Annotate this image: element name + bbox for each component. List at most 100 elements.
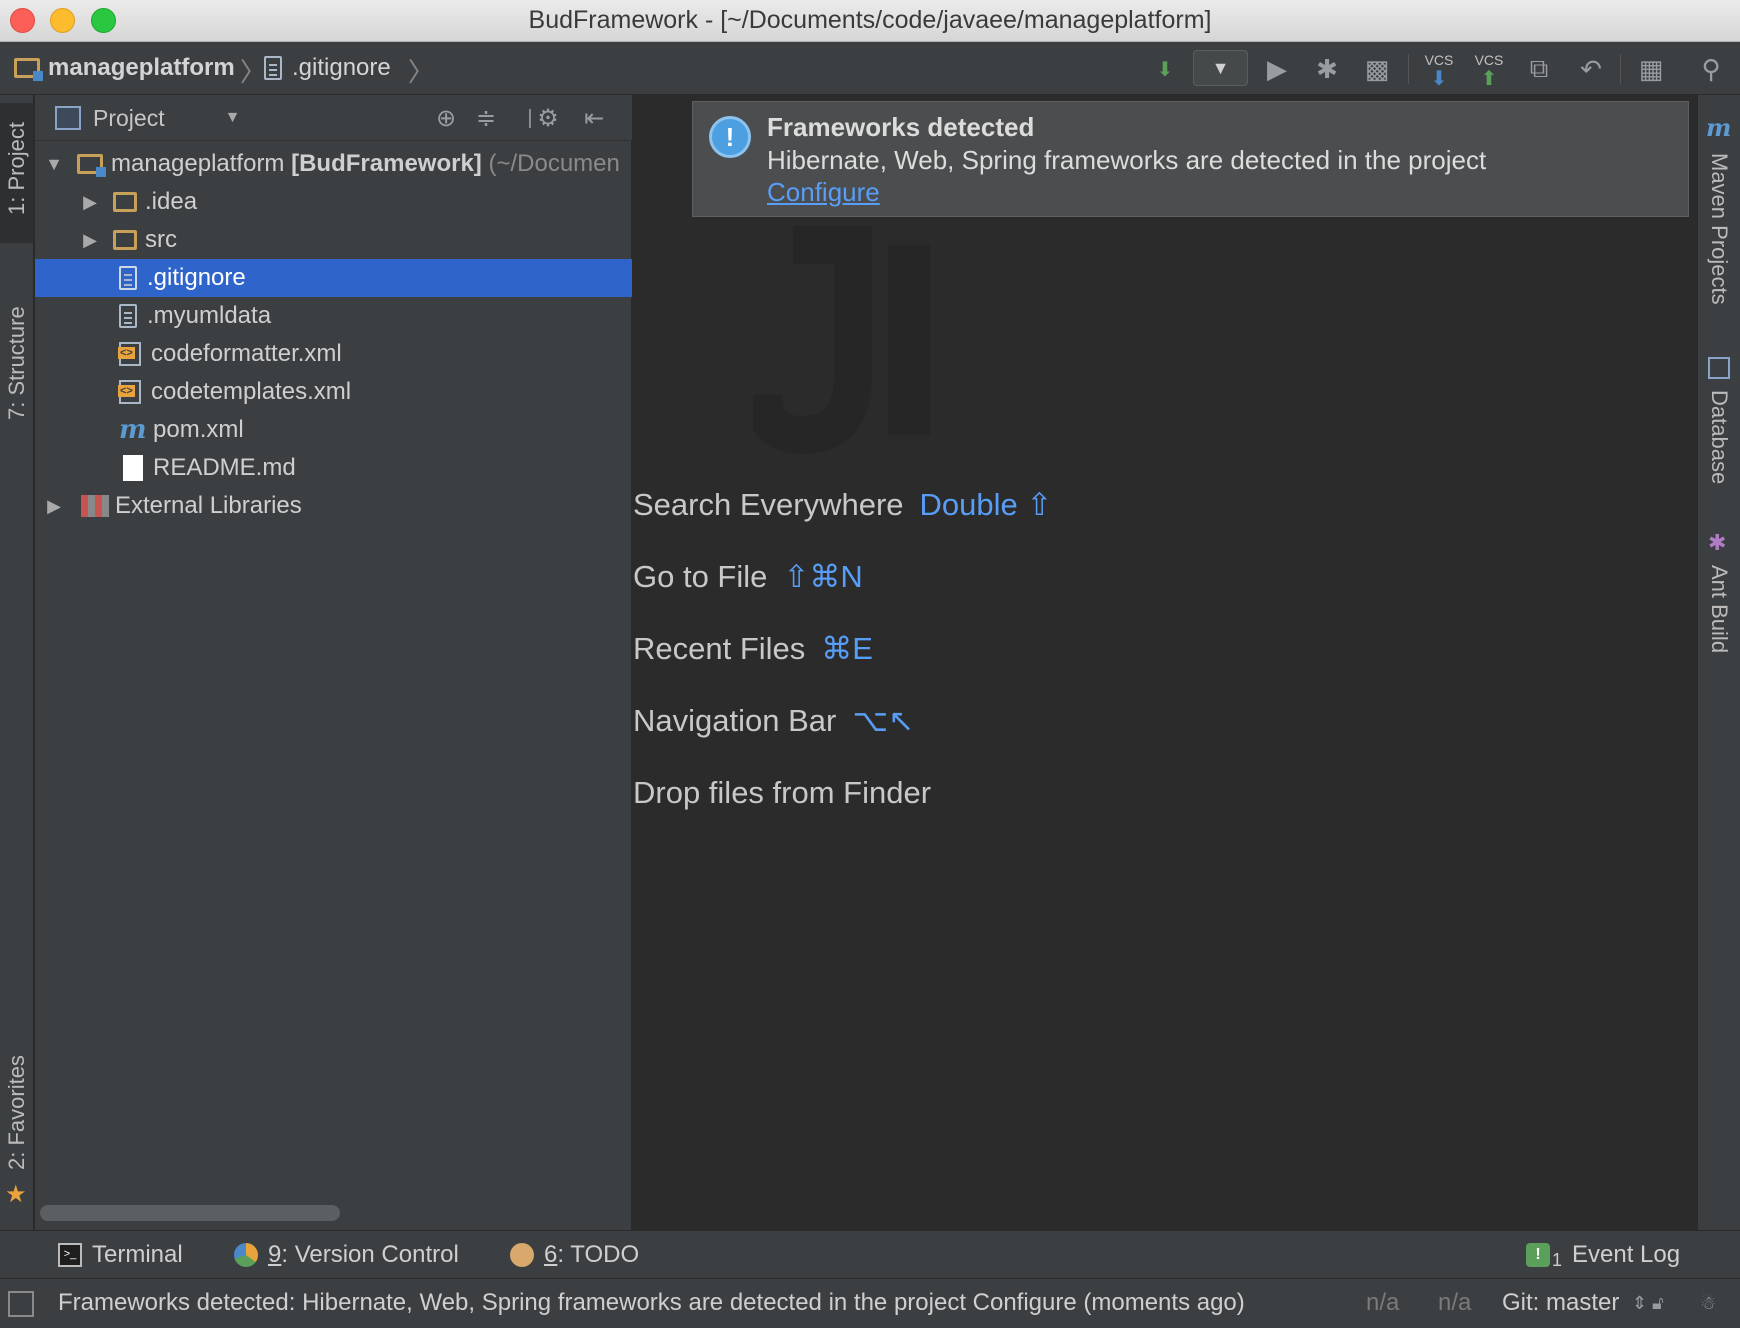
maven-icon: m (1706, 113, 1732, 142)
tab-structure[interactable]: 7: Structure (4, 306, 30, 420)
notification-title: Frameworks detected (767, 112, 1035, 142)
breadcrumb-separator: 〉 (408, 57, 435, 87)
breadcrumb-project[interactable]: manageplatform (14, 52, 235, 84)
tree-item-external-libraries[interactable]: ▶ External Libraries (35, 487, 632, 525)
hint-label: Go to File (633, 559, 768, 594)
tree-item-label: src (145, 226, 177, 253)
debug-icon[interactable]: ✱ (1308, 50, 1346, 88)
tree-item-label: .myumldata (147, 302, 272, 329)
hint-navigation-bar: Navigation Bar ⌥↖ (633, 703, 914, 739)
version-control-label: : Version Control (281, 1241, 459, 1268)
terminal-label: Terminal (92, 1241, 183, 1268)
run-configuration-dropdown[interactable]: ▼ (1193, 50, 1248, 86)
compare-icon[interactable]: ⧉ (1520, 50, 1558, 88)
expand-arrow-icon[interactable]: ▼ (39, 154, 69, 175)
hint-shortcut: ⌥↖ (852, 703, 915, 738)
event-log-count: 1 (1552, 1249, 1563, 1270)
project-panel-header: Project ▼ ⊕ ≑ | ⚙ ⇤ (35, 95, 632, 141)
hint-go-to-file: Go to File ⇧⌘N (633, 559, 863, 595)
tree-item-label: codeformatter.xml (151, 340, 342, 367)
ide-logo-watermark-icon (753, 226, 930, 455)
project-view-icon (55, 106, 81, 130)
breadcrumb-file-label: .gitignore (292, 54, 391, 81)
chevron-updown-icon: ⇕ (1632, 1293, 1648, 1313)
project-view-selector[interactable]: Project ▼ (55, 101, 240, 135)
hint-label: Search Everywhere (633, 487, 904, 522)
tree-item-codetemplates[interactable]: codetemplates.xml (35, 373, 632, 411)
configure-link[interactable]: Configure (767, 177, 880, 208)
project-structure-icon[interactable]: ▦ (1632, 50, 1670, 88)
tree-item-idea[interactable]: ▶ .idea (35, 183, 632, 221)
text-file-icon (119, 266, 137, 290)
chevron-down-icon: ▼ (224, 109, 241, 126)
tree-item-readme[interactable]: README.md (35, 449, 632, 487)
tree-item-label: pom.xml (153, 416, 244, 443)
window-title: BudFramework - [~/Documents/code/javaee/… (528, 6, 1212, 34)
tree-item-gitignore[interactable]: .gitignore (35, 259, 632, 297)
tree-item-src[interactable]: ▶ src (35, 221, 632, 259)
inspector-icon[interactable]: ☃︎ (1700, 1293, 1722, 1315)
event-log-tab[interactable]: ! 1 Event Log (1526, 1239, 1680, 1271)
frameworks-detected-notification: ! Frameworks detected Hibernate, Web, Sp… (692, 101, 1689, 217)
tree-item-label: .idea (145, 188, 198, 215)
text-file-icon (264, 56, 282, 80)
tab-ant-build[interactable]: Ant Build (1706, 565, 1732, 653)
breadcrumb-file[interactable]: .gitignore (264, 52, 391, 84)
window-titlebar: BudFramework - [~/Documents/code/javaee/… (0, 0, 1740, 42)
event-log-icon: ! (1526, 1243, 1550, 1267)
event-log-label: Event Log (1572, 1241, 1681, 1268)
hide-panel-icon[interactable]: ⇤ (577, 101, 611, 135)
git-branch-widget[interactable]: Git: master (1502, 1289, 1619, 1317)
toggle-tool-buttons-icon[interactable] (8, 1291, 34, 1317)
library-icon (81, 495, 109, 517)
hint-search-everywhere: Search Everywhere Double ⇧ (633, 487, 1052, 523)
project-tool-window: Project ▼ ⊕ ≑ | ⚙ ⇤ ▼ manageplatform [Bu… (35, 95, 632, 1230)
version-control-tab[interactable]: 9: Version Control (234, 1239, 459, 1271)
editor-empty-area: Search Everywhere Double ⇧ Go to File ⇧⌘N … (633, 95, 1697, 1230)
tab-maven-projects[interactable]: Maven Projects (1706, 153, 1732, 305)
tab-favorites[interactable]: 2: Favorites (4, 1055, 30, 1170)
horizontal-scrollbar[interactable] (40, 1205, 340, 1221)
hint-label: Navigation Bar (633, 703, 837, 738)
vcs-update-icon[interactable]: VCS ⬇ (1420, 50, 1458, 90)
vcs-commit-icon[interactable]: VCS ⬆ (1470, 50, 1508, 90)
revert-icon[interactable]: ↶ (1572, 50, 1610, 88)
tree-item-codeformatter[interactable]: codeformatter.xml (35, 335, 632, 373)
text-file-icon (119, 304, 137, 328)
status-message[interactable]: Frameworks detected: Hibernate, Web, Spr… (58, 1289, 1245, 1317)
search-icon[interactable]: ⚲ (1692, 50, 1730, 88)
tree-item-pom[interactable]: m pom.xml (35, 411, 632, 449)
build-project-icon[interactable]: ⬇ (1146, 50, 1184, 88)
run-icon[interactable]: ▶ (1258, 50, 1296, 88)
tree-item-label: .gitignore (147, 264, 246, 291)
terminal-tab[interactable]: >_ Terminal (58, 1239, 183, 1271)
expand-arrow-icon[interactable]: ▶ (75, 192, 105, 213)
vcs-update-label: VCS (1424, 52, 1454, 68)
locate-file-icon[interactable]: ⊕ (429, 101, 463, 135)
lock-icon[interactable]: 🔓︎ (1652, 1293, 1674, 1315)
status-encoding: n/a (1438, 1289, 1472, 1316)
breadcrumb-separator: 〉 (240, 57, 267, 87)
breadcrumb-project-label: manageplatform (48, 54, 235, 81)
vcs-commit-label: VCS (1474, 52, 1504, 68)
collapse-all-icon[interactable]: ≑ (469, 101, 503, 135)
todo-tab[interactable]: 6: TODO (510, 1239, 639, 1271)
hint-shortcut: ⌘E (821, 631, 873, 666)
tab-project[interactable]: 1: Project (4, 122, 30, 215)
expand-arrow-icon[interactable]: ▶ (39, 496, 69, 517)
tree-root-row[interactable]: ▼ manageplatform [BudFramework] (~/Docum… (35, 145, 632, 183)
hint-label: Recent Files (633, 631, 806, 666)
ant-icon: ✱ (1708, 530, 1727, 555)
folder-icon (113, 230, 137, 250)
gear-icon[interactable]: ⚙ (531, 101, 565, 135)
tree-item-myumldata[interactable]: .myumldata (35, 297, 632, 335)
todo-icon (510, 1243, 534, 1267)
star-icon: ★ (5, 1181, 27, 1208)
expand-arrow-icon[interactable]: ▶ (75, 230, 105, 251)
root-name: manageplatform (111, 150, 285, 177)
root-module: [BudFramework] (291, 150, 482, 177)
coverage-icon[interactable]: ▩ (1358, 50, 1396, 88)
tool-window-bar: >_ Terminal 9: Version Control 6: TODO !… (0, 1230, 1740, 1278)
module-folder-icon (14, 58, 43, 81)
tab-database[interactable]: Database (1706, 390, 1732, 484)
